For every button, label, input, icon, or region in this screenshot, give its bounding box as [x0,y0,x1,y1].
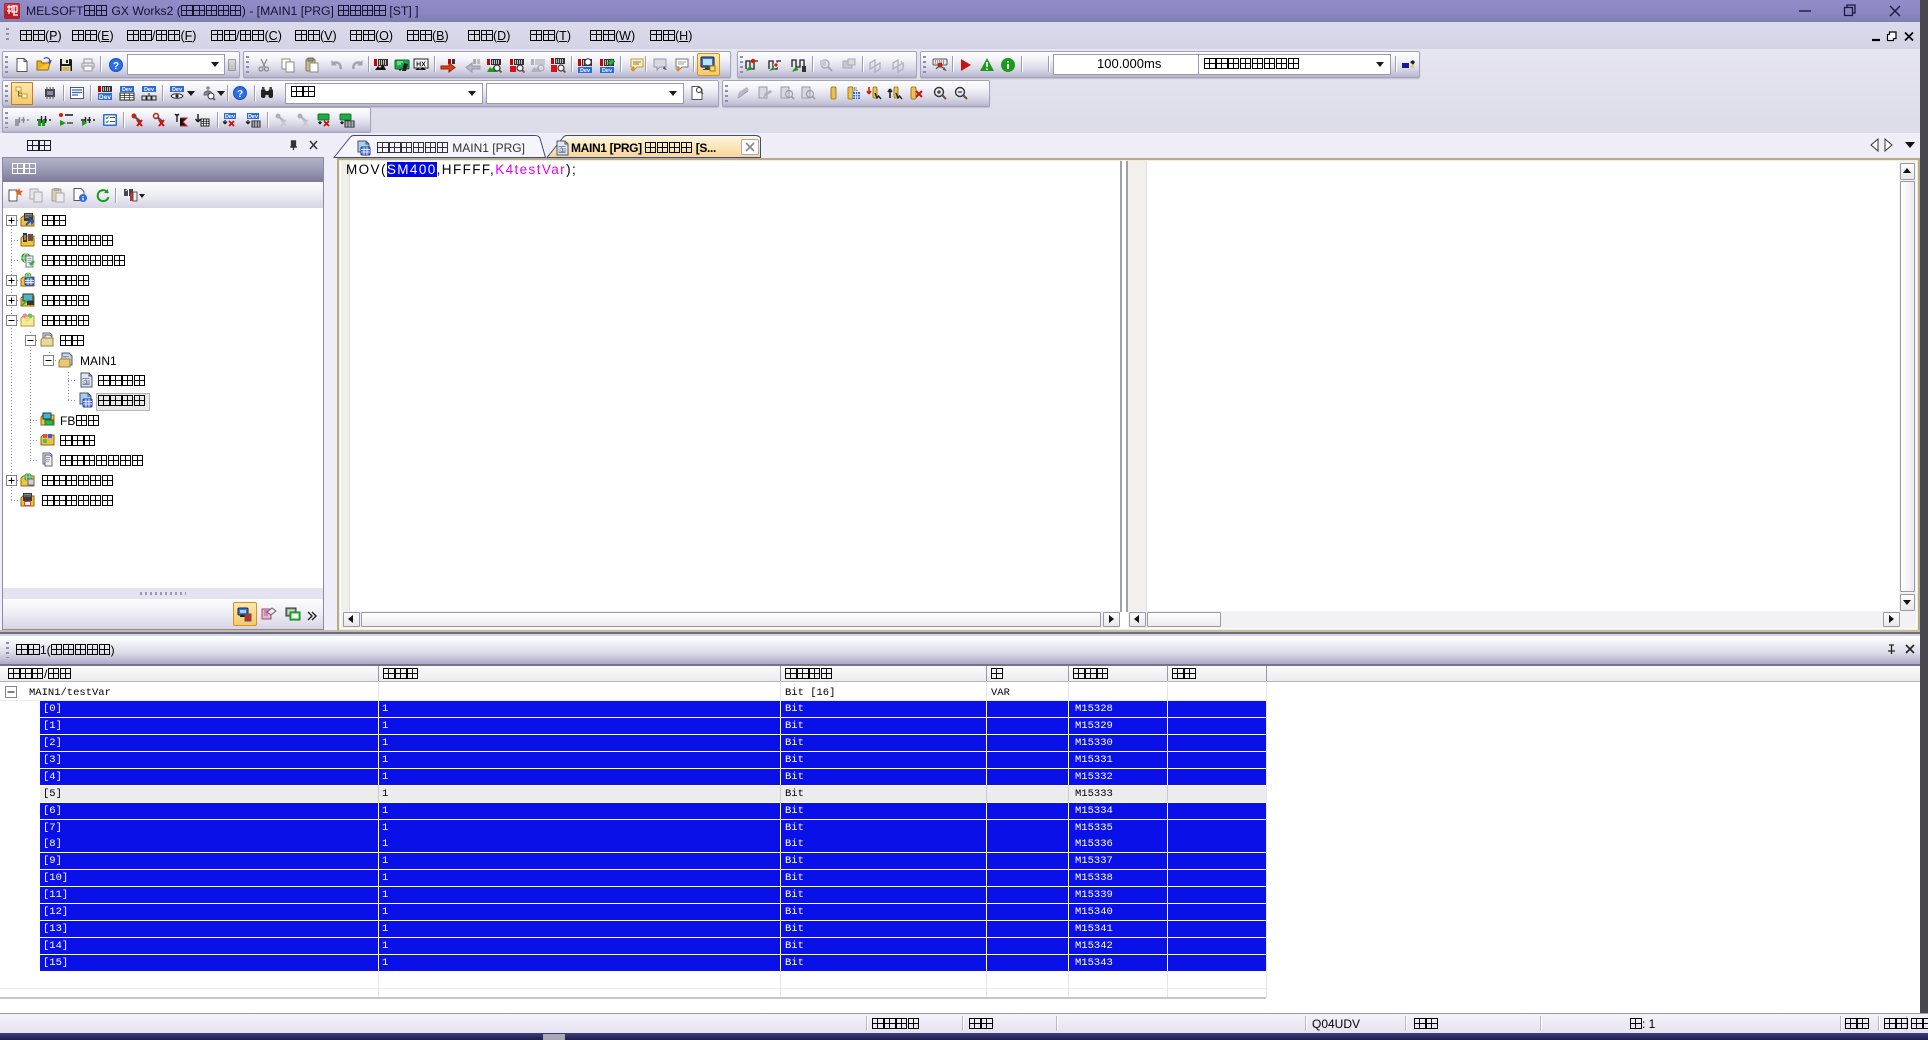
svg-text:Dev: Dev [602,68,613,73]
svg-text:Dev: Dev [99,94,111,101]
svg-text:Dev: Dev [225,114,236,120]
svg-text:Dev: Dev [248,114,259,120]
svg-text:Dev: Dev [580,68,591,73]
svg-text:?: ? [237,89,243,100]
svg-text:ST: ST [558,148,566,154]
svg-text:HX: HX [416,62,426,69]
svg-text:ST: ST [82,380,90,386]
svg-text:Dev: Dev [122,87,133,93]
svg-text:Dev: Dev [144,87,155,93]
svg-text:Dev: Dev [172,87,183,93]
svg-text:?: ? [113,61,119,72]
